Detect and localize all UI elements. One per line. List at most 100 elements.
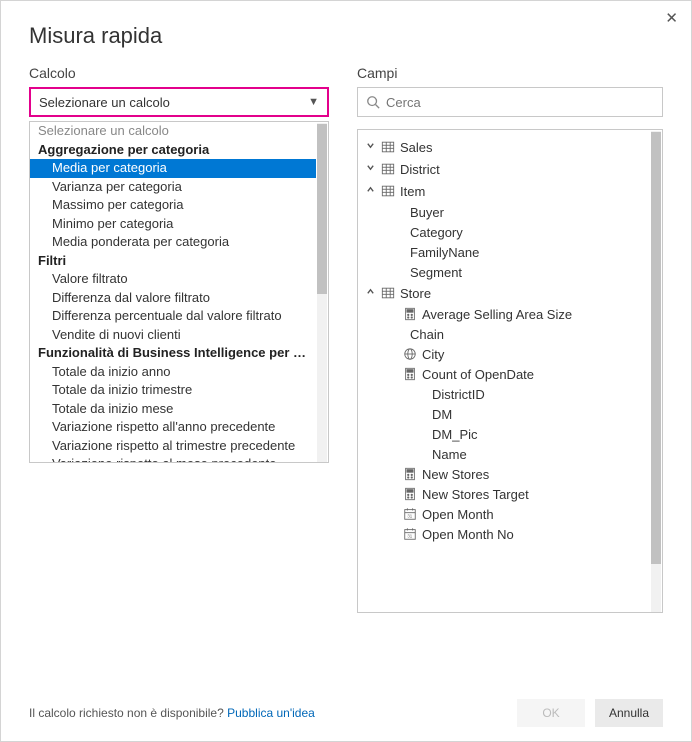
tree-field-node[interactable]: 31 Open Month No: [358, 524, 650, 544]
tree-node-label: Average Selling Area Size: [422, 307, 572, 322]
calculation-label: Calcolo: [29, 65, 329, 81]
close-icon[interactable]: ✕: [665, 9, 678, 27]
tree-field-node[interactable]: Segment: [358, 262, 650, 282]
listbox-item[interactable]: Variazione rispetto all'anno precedente: [30, 418, 316, 437]
chevron-up-icon[interactable]: [364, 287, 376, 299]
quick-measure-dialog: ✕ Misura rapida Calcolo Selezionare un c…: [0, 0, 692, 742]
table-icon: [380, 285, 396, 301]
tree-field-node[interactable]: Count of OpenDate: [358, 364, 650, 384]
tree-node-label: DM: [432, 407, 452, 422]
icon-placeholder: [424, 406, 428, 422]
dialog-footer: Il calcolo richiesto non è disponibile? …: [1, 685, 691, 741]
search-icon: [366, 95, 380, 109]
listbox-item: Selezionare un calcolo: [30, 122, 316, 141]
tree-node-label: Chain: [410, 327, 444, 342]
tree-node-label: Category: [410, 225, 463, 240]
tree-node-label: Segment: [410, 265, 462, 280]
chevron-down-icon[interactable]: [364, 141, 376, 153]
listbox-item[interactable]: Variazione rispetto al trimestre precede…: [30, 437, 316, 456]
tree-node-label: FamilyNane: [410, 245, 479, 260]
ok-button[interactable]: OK: [517, 699, 585, 727]
tree-node-label: Name: [432, 447, 467, 462]
tree-field-node[interactable]: New Stores Target: [358, 484, 650, 504]
tree-field-node[interactable]: Name: [358, 444, 650, 464]
calc-icon: [402, 486, 418, 502]
tree-table-node[interactable]: Item: [358, 180, 650, 202]
tree-scrollbar[interactable]: [651, 131, 661, 613]
tree-node-label: City: [422, 347, 444, 362]
icon-placeholder: [402, 224, 406, 240]
listbox-item[interactable]: Vendite di nuovi clienti: [30, 326, 316, 345]
chevron-down-icon: ▼: [308, 96, 319, 108]
dropdown-selected: Selezionare un calcolo: [39, 95, 170, 110]
icon-placeholder: [424, 426, 428, 442]
scrollbar-thumb[interactable]: [317, 124, 327, 294]
listbox-group[interactable]: Funzionalità di Business Intelligence pe…: [30, 344, 316, 363]
tree-field-node[interactable]: DistrictID: [358, 384, 650, 404]
listbox-item[interactable]: Minimo per categoria: [30, 215, 316, 234]
calc-icon: [402, 306, 418, 322]
table-icon: [380, 139, 396, 155]
calculation-dropdown[interactable]: Selezionare un calcolo ▼: [29, 87, 329, 117]
listbox-group[interactable]: Aggregazione per categoria: [30, 141, 316, 160]
chevron-down-icon[interactable]: [364, 163, 376, 175]
date-icon: 31: [402, 506, 418, 522]
tree-node-label: Open Month: [422, 507, 494, 522]
tree-node-label: Store: [400, 286, 431, 301]
tree-node-label: Buyer: [410, 205, 444, 220]
listbox-item[interactable]: Totale da inizio anno: [30, 363, 316, 382]
search-input[interactable]: [386, 95, 654, 110]
icon-placeholder: [402, 264, 406, 280]
svg-text:31: 31: [407, 514, 412, 519]
listbox-item[interactable]: Variazione rispetto al mese precedente: [30, 455, 316, 463]
listbox-group[interactable]: Filtri: [30, 252, 316, 271]
listbox-scrollbar[interactable]: [317, 123, 327, 463]
cancel-button[interactable]: Annulla: [595, 699, 663, 727]
listbox-item[interactable]: Totale da inizio trimestre: [30, 381, 316, 400]
listbox-item[interactable]: Media ponderata per categoria: [30, 233, 316, 252]
listbox-item[interactable]: Differenza dal valore filtrato: [30, 289, 316, 308]
tree-field-node[interactable]: 31 Open Month: [358, 504, 650, 524]
tree-node-label: New Stores: [422, 467, 489, 482]
chevron-up-icon[interactable]: [364, 185, 376, 197]
globe-icon: [402, 346, 418, 362]
tree-table-node[interactable]: Sales: [358, 136, 650, 158]
icon-placeholder: [424, 386, 428, 402]
fields-search[interactable]: [357, 87, 663, 117]
tree-node-label: New Stores Target: [422, 487, 529, 502]
listbox-item[interactable]: Media per categoria: [30, 159, 316, 178]
svg-text:31: 31: [407, 534, 412, 539]
tree-field-node[interactable]: Buyer: [358, 202, 650, 222]
tree-node-label: DM_Pic: [432, 427, 478, 442]
icon-placeholder: [402, 244, 406, 260]
tree-table-node[interactable]: District: [358, 158, 650, 180]
scrollbar-thumb[interactable]: [651, 132, 661, 564]
listbox-item[interactable]: Valore filtrato: [30, 270, 316, 289]
tree-field-node[interactable]: Average Selling Area Size: [358, 304, 650, 324]
tree-table-node[interactable]: Store: [358, 282, 650, 304]
tree-field-node[interactable]: FamilyNane: [358, 242, 650, 262]
tree-field-node[interactable]: Chain: [358, 324, 650, 344]
table-icon: [380, 161, 396, 177]
listbox-item[interactable]: Varianza per categoria: [30, 178, 316, 197]
listbox-item[interactable]: Differenza percentuale dal valore filtra…: [30, 307, 316, 326]
calculation-listbox: Selezionare un calcoloAggregazione per c…: [29, 121, 329, 463]
tree-field-node[interactable]: DM_Pic: [358, 424, 650, 444]
tree-node-label: Sales: [400, 140, 433, 155]
calc-icon: [402, 366, 418, 382]
footer-hint: Il calcolo richiesto non è disponibile? …: [29, 706, 315, 720]
listbox-item[interactable]: Massimo per categoria: [30, 196, 316, 215]
fields-panel: Campi Sales District Item Buyer Category Fami…: [357, 65, 663, 613]
tree-node-label: Open Month No: [422, 527, 514, 542]
fields-label: Campi: [357, 65, 663, 81]
calculation-panel: Calcolo Selezionare un calcolo ▼ Selezio…: [29, 65, 329, 613]
tree-node-label: Item: [400, 184, 425, 199]
icon-placeholder: [402, 326, 406, 342]
tree-field-node[interactable]: DM: [358, 404, 650, 424]
tree-field-node[interactable]: New Stores: [358, 464, 650, 484]
publish-idea-link[interactable]: Pubblica un'idea: [227, 706, 315, 720]
listbox-item[interactable]: Totale da inizio mese: [30, 400, 316, 419]
tree-field-node[interactable]: City: [358, 344, 650, 364]
table-icon: [380, 183, 396, 199]
tree-field-node[interactable]: Category: [358, 222, 650, 242]
